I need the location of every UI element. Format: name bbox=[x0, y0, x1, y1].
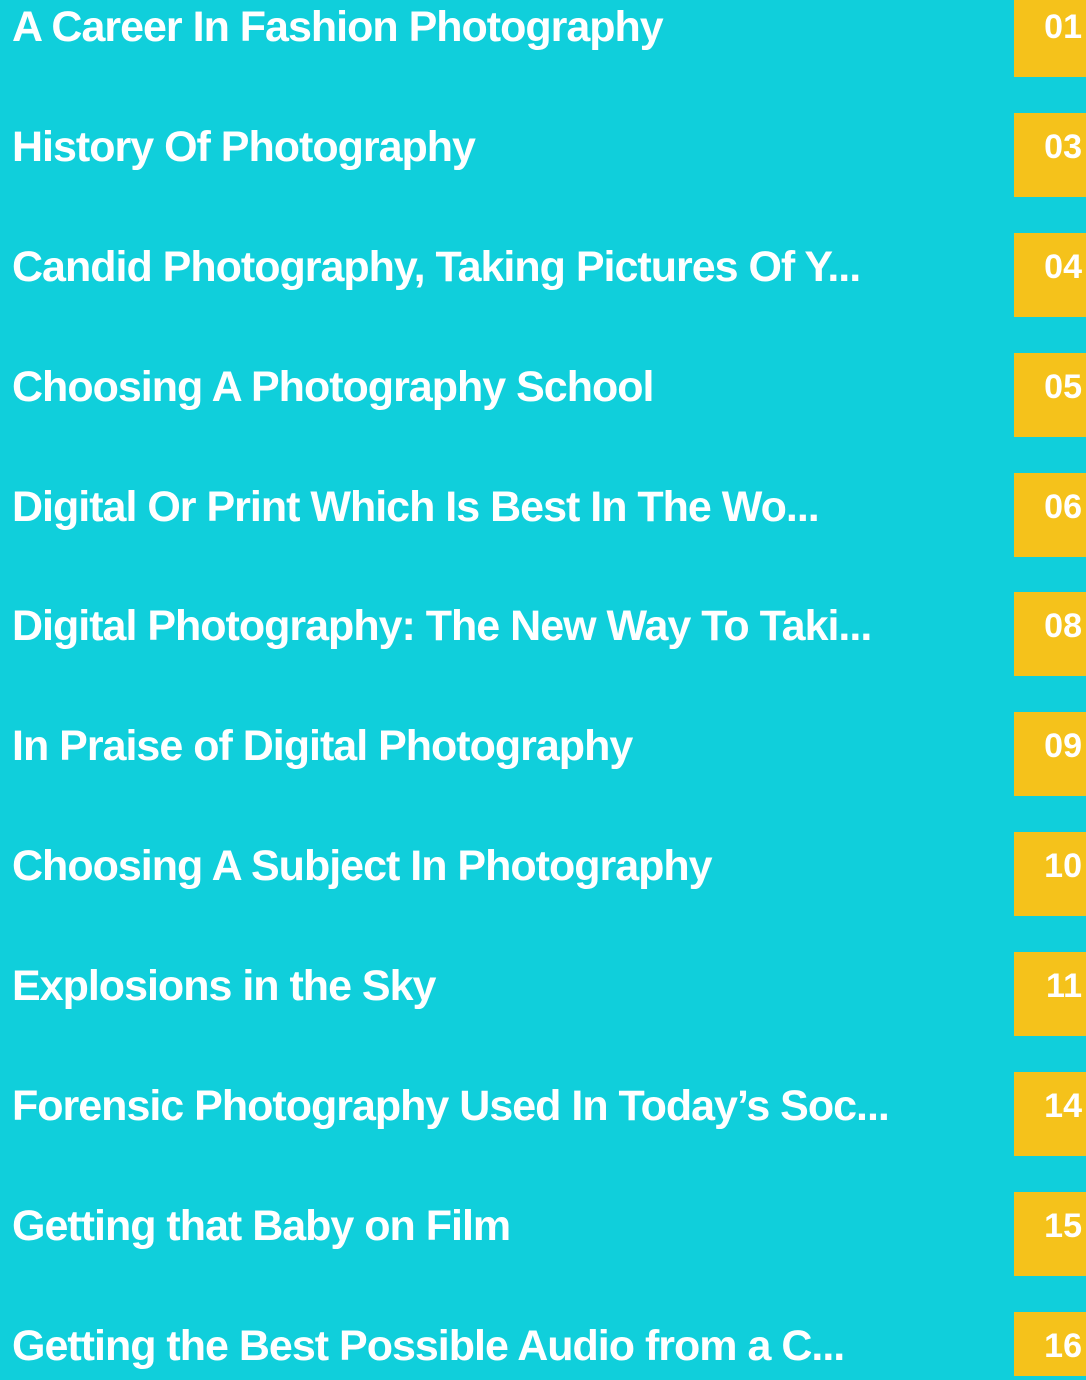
toc-title[interactable]: Candid Photography, Taking Pictures Of Y… bbox=[12, 233, 861, 317]
toc-row[interactable]: Getting that Baby on Film 15 bbox=[0, 1192, 1086, 1276]
toc-row[interactable]: Digital Photography: The New Way To Taki… bbox=[0, 592, 1086, 676]
toc-page-number: 10 bbox=[1014, 832, 1086, 916]
toc-row[interactable]: History Of Photography 03 bbox=[0, 113, 1086, 197]
toc-page-number: 15 bbox=[1014, 1192, 1086, 1276]
toc-page-number: 05 bbox=[1014, 353, 1086, 437]
toc-row[interactable]: Choosing A Photography School 05 bbox=[0, 353, 1086, 437]
toc-title[interactable]: Choosing A Photography School bbox=[12, 353, 654, 437]
toc-row[interactable]: Explosions in the Sky 11 bbox=[0, 952, 1086, 1036]
toc-title[interactable]: Choosing A Subject In Photography bbox=[12, 832, 713, 916]
toc-title[interactable]: History Of Photography bbox=[12, 113, 476, 197]
toc-title[interactable]: In Praise of Digital Photography bbox=[12, 712, 633, 796]
toc-title[interactable]: Getting that Baby on Film bbox=[12, 1192, 511, 1276]
toc-title[interactable]: Explosions in the Sky bbox=[12, 952, 436, 1036]
toc-page-number: 04 bbox=[1014, 233, 1086, 317]
toc-row[interactable]: Forensic Photography Used In Today’s Soc… bbox=[0, 1072, 1086, 1156]
toc-page-number: 16 bbox=[1014, 1312, 1086, 1376]
toc-row[interactable]: Candid Photography, Taking Pictures Of Y… bbox=[0, 233, 1086, 317]
toc-page-number: 14 bbox=[1014, 1072, 1086, 1156]
toc-page-number: 11 bbox=[1014, 952, 1086, 1036]
toc-row[interactable]: A Career In Fashion Photography 01 bbox=[0, 0, 1086, 77]
toc-title[interactable]: Getting the Best Possible Audio from a C… bbox=[12, 1312, 845, 1376]
toc-page-number: 08 bbox=[1014, 592, 1086, 676]
toc-page-number: 01 bbox=[1014, 0, 1086, 77]
toc-title[interactable]: Digital Or Print Which Is Best In The Wo… bbox=[12, 473, 820, 557]
toc-row[interactable]: Getting the Best Possible Audio from a C… bbox=[0, 1312, 1086, 1376]
toc-title[interactable]: Digital Photography: The New Way To Taki… bbox=[12, 592, 872, 676]
toc-title[interactable]: A Career In Fashion Photography bbox=[12, 0, 664, 77]
toc-title[interactable]: Forensic Photography Used In Today’s Soc… bbox=[12, 1072, 890, 1156]
toc-row[interactable]: Digital Or Print Which Is Best In The Wo… bbox=[0, 473, 1086, 557]
toc-page-number: 06 bbox=[1014, 473, 1086, 557]
toc-page-number: 09 bbox=[1014, 712, 1086, 796]
toc-row[interactable]: In Praise of Digital Photography 09 bbox=[0, 712, 1086, 796]
toc-row[interactable]: Choosing A Subject In Photography 10 bbox=[0, 832, 1086, 916]
table-of-contents: A Career In Fashion Photography 01 Histo… bbox=[0, 0, 1086, 1376]
toc-page-number: 03 bbox=[1014, 113, 1086, 197]
